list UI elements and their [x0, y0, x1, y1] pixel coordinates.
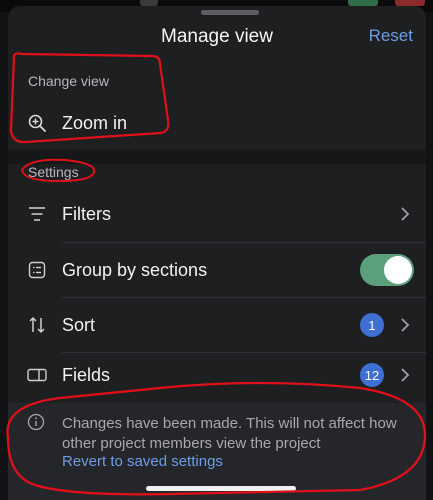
fields-count-badge: 12: [360, 363, 384, 387]
fields-label: Fields: [62, 364, 111, 385]
sort-icon: [27, 315, 47, 335]
group-by-sections-label: Group by sections: [62, 259, 208, 280]
filter-icon: [27, 204, 47, 224]
info-icon: [27, 413, 45, 431]
fields-icon: [27, 365, 47, 385]
sheet-title: Manage view: [161, 26, 273, 47]
filters-label: Filters: [62, 203, 111, 224]
settings-heading: Settings: [28, 164, 79, 180]
filters-row[interactable]: Filters: [8, 187, 426, 241]
fields-row[interactable]: Fields 12: [8, 348, 426, 402]
zoom-in-row[interactable]: Zoom in: [8, 96, 426, 150]
chevron-right-icon: [401, 368, 410, 382]
group-by-sections-row[interactable]: Group by sections: [8, 243, 426, 297]
sort-row[interactable]: Sort 1: [8, 298, 426, 352]
sheet-grabber[interactable]: [201, 10, 259, 15]
notice-message: Changes have been made. This will not af…: [62, 415, 397, 452]
change-view-heading: Change view: [28, 73, 109, 89]
section-separator: [8, 150, 426, 164]
sort-label: Sort: [62, 314, 96, 335]
zoom-in-label: Zoom in: [62, 112, 128, 133]
revert-settings-link[interactable]: Revert to saved settings: [62, 453, 223, 470]
home-indicator[interactable]: [146, 486, 296, 491]
chevron-right-icon: [401, 318, 410, 332]
sections-icon: [27, 260, 47, 280]
reset-button[interactable]: Reset: [369, 26, 413, 46]
toggle-knob: [384, 256, 412, 284]
sort-count-badge: 1: [360, 313, 384, 337]
manage-view-sheet: Manage view Reset Change view Zoom in Se…: [8, 6, 426, 500]
chevron-right-icon: [401, 207, 410, 221]
zoom-in-icon: [27, 113, 47, 133]
group-by-sections-toggle[interactable]: [360, 254, 414, 286]
